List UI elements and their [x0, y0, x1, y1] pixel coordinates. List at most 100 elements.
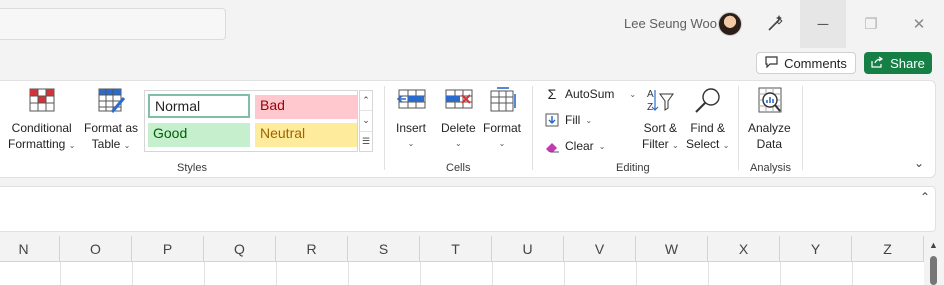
grid-line: [420, 262, 421, 285]
group-divider: [738, 86, 739, 170]
chevron-down-icon: ⌄: [629, 89, 637, 99]
magnifier-icon: [694, 88, 720, 113]
chevron-down-icon: ⌄: [598, 141, 606, 151]
format-label: Format: [483, 121, 522, 135]
column-header[interactable]: Z: [852, 236, 924, 262]
sort-filter-label-2: Filter: [642, 137, 669, 151]
chevron-down-icon: ⌄: [123, 141, 131, 150]
comment-icon: [765, 55, 778, 71]
fill-label: Fill: [565, 113, 581, 127]
insert-button[interactable]: Insert ⌄: [396, 86, 426, 152]
chevron-down-icon: ⌄: [407, 139, 415, 148]
grid-line: [780, 262, 781, 285]
group-divider: [532, 86, 533, 170]
column-header[interactable]: X: [708, 236, 780, 262]
share-button[interactable]: Share: [864, 52, 932, 74]
column-header[interactable]: T: [420, 236, 492, 262]
delete-label: Delete: [441, 121, 476, 135]
delete-button[interactable]: Delete ⌄: [441, 86, 476, 152]
style-normal[interactable]: Normal: [148, 94, 250, 118]
gallery-down-icon[interactable]: ⌄: [360, 111, 372, 132]
user-avatar-icon[interactable]: [718, 12, 742, 36]
autosum-label: AutoSum: [565, 87, 615, 101]
analyze-data-button[interactable]: Analyze Data: [748, 86, 791, 152]
grid-line: [564, 262, 565, 285]
autosum-button[interactable]: Σ AutoSum ⌄: [544, 86, 636, 102]
ribbon-expand-chevron-icon[interactable]: ⌄: [914, 156, 924, 170]
conditional-formatting-button[interactable]: Conditional Formatting ⌄: [8, 86, 75, 154]
cell-styles-gallery: Normal Bad Good Neutral: [144, 90, 358, 152]
grid-line: [348, 262, 349, 285]
gallery-more-icon[interactable]: ☰: [360, 132, 372, 151]
restore-button[interactable]: ❐: [848, 0, 894, 48]
analysis-group-label: Analysis: [750, 162, 791, 174]
eraser-icon: [544, 138, 560, 154]
clear-label: Clear: [565, 139, 594, 153]
vertical-scrollbar[interactable]: ▲: [924, 236, 944, 285]
styles-group-label: Styles: [177, 162, 207, 174]
grid-line: [132, 262, 133, 285]
column-header[interactable]: U: [492, 236, 564, 262]
chevron-down-icon: ⌄: [722, 141, 730, 150]
share-label: Share: [890, 55, 925, 71]
insert-cells-icon: [396, 89, 426, 109]
column-header[interactable]: Y: [780, 236, 852, 262]
formula-bar[interactable]: [0, 186, 936, 232]
sort-filter-button[interactable]: A Z Sort & Filter ⌄: [642, 86, 679, 154]
grid-line: [636, 262, 637, 285]
clear-button[interactable]: Clear ⌄: [544, 138, 605, 154]
column-header[interactable]: W: [636, 236, 708, 262]
cells-group-label: Cells: [446, 162, 471, 174]
conditional-formatting-icon: [29, 88, 55, 112]
format-as-table-button[interactable]: Format as Table ⌄: [84, 86, 138, 154]
magic-wand-icon[interactable]: [765, 12, 787, 34]
column-header[interactable]: R: [276, 236, 348, 262]
column-header[interactable]: S: [348, 236, 420, 262]
scroll-thumb[interactable]: [930, 256, 937, 285]
analyze-data-icon: [758, 87, 782, 113]
comments-button[interactable]: Comments: [756, 52, 856, 74]
find-select-label-1: Find &: [690, 121, 726, 135]
svg-text:A: A: [647, 89, 654, 100]
format-as-table-label-1: Format as: [84, 121, 139, 135]
grid-line: [60, 262, 61, 285]
minimize-button[interactable]: ─: [800, 0, 846, 48]
find-select-button[interactable]: Find & Select ⌄: [686, 86, 729, 154]
delete-cells-icon: [445, 89, 473, 109]
scroll-up-icon[interactable]: ▲: [929, 240, 938, 250]
conditional-formatting-label-1: Conditional: [11, 121, 72, 135]
style-good[interactable]: Good: [148, 123, 250, 147]
column-header[interactable]: O: [60, 236, 132, 262]
formula-collapse-chevron-icon[interactable]: ⌃: [920, 190, 930, 204]
column-header-row: N O P Q R S T U V W X Y Z: [0, 236, 924, 262]
column-header[interactable]: V: [564, 236, 636, 262]
style-neutral[interactable]: Neutral: [255, 123, 357, 147]
analyze-data-label-1: Analyze: [748, 121, 791, 135]
gallery-up-icon[interactable]: ⌃: [360, 91, 372, 112]
column-header[interactable]: P: [132, 236, 204, 262]
format-button[interactable]: Format ⌄: [483, 86, 521, 152]
search-box[interactable]: [0, 8, 226, 40]
sort-filter-icon: A Z: [647, 89, 675, 113]
close-button[interactable]: ✕: [896, 0, 942, 48]
column-header[interactable]: N: [0, 236, 60, 262]
column-header[interactable]: Q: [204, 236, 276, 262]
fill-button[interactable]: Fill ⌄: [544, 112, 592, 128]
style-bad[interactable]: Bad: [255, 95, 357, 119]
user-name[interactable]: Lee Seung Woo: [624, 16, 717, 31]
grid-line: [204, 262, 205, 285]
format-as-table-icon: [98, 88, 126, 113]
title-bar: Lee Seung Woo ─ ❐ ✕: [0, 0, 944, 48]
comments-label: Comments: [784, 55, 847, 71]
share-icon: [871, 56, 884, 71]
group-divider: [384, 86, 385, 170]
insert-label: Insert: [396, 121, 427, 135]
chevron-down-icon: ⌄: [672, 141, 679, 150]
analyze-data-label-2: Data: [756, 137, 783, 151]
conditional-formatting-label-2: Formatting: [8, 137, 66, 151]
gallery-scroll: ⌃ ⌄ ☰: [359, 90, 373, 152]
worksheet-grid[interactable]: [0, 262, 924, 285]
format-cells-icon: [490, 87, 516, 112]
grid-line: [276, 262, 277, 285]
grid-line: [708, 262, 709, 285]
